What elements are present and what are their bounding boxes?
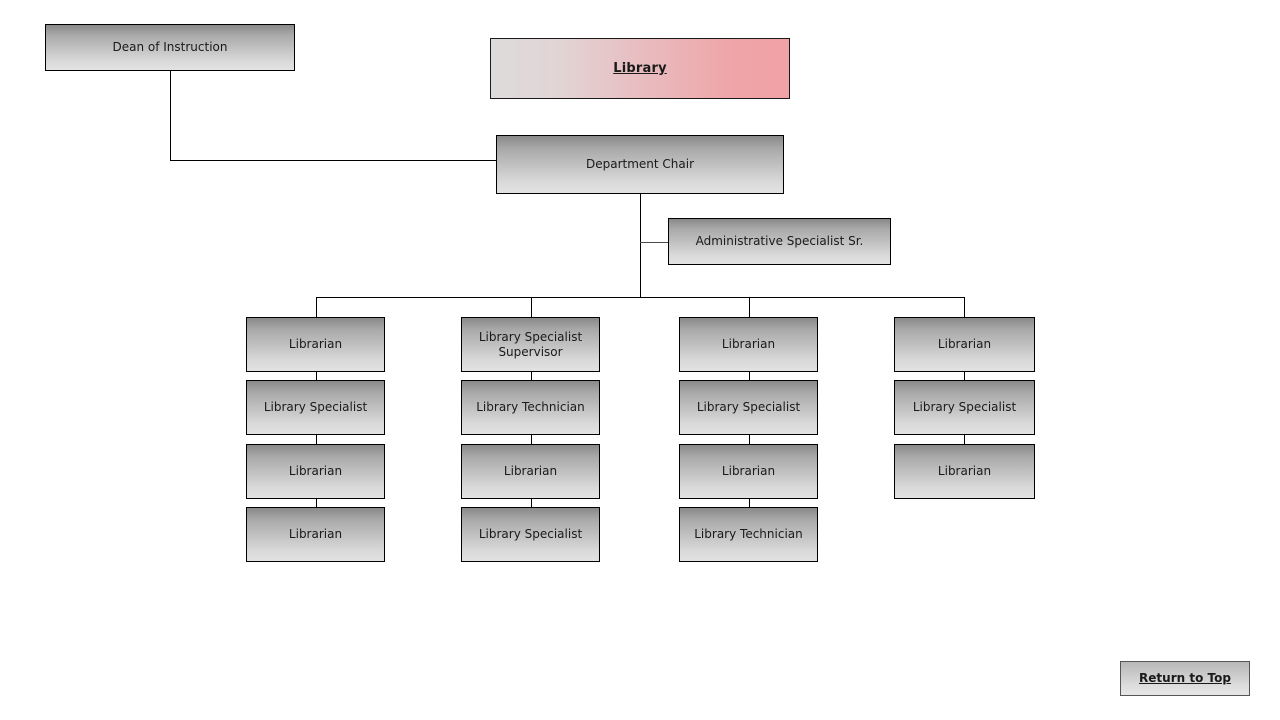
org-node-label: Librarian [721,337,776,352]
connector-c2r2-c2r3 [531,435,532,444]
org-node-label: Library Technician [694,527,803,542]
connector-c4r1-c4r2 [964,372,965,380]
org-node-column3-row2[interactable]: Library Specialist [679,380,818,435]
org-node-column3-row3[interactable]: Librarian [679,444,818,499]
org-node-label: Library Specialist [478,527,583,542]
connector-c3r2-c3r3 [749,435,750,444]
org-node-column1-row4[interactable]: Librarian [246,507,385,562]
connector-c1r2-c1r3 [316,435,317,444]
chart-title-label: Library [613,60,667,76]
connector-c2r1-c2r2 [531,372,532,380]
connector-chair-trunk [640,194,641,298]
org-node-column2-row3[interactable]: Librarian [461,444,600,499]
org-node-label: Dean of Instruction [112,40,228,55]
org-node-column3-row1[interactable]: Librarian [679,317,818,372]
org-node-dean-of-instruction[interactable]: Dean of Instruction [45,24,295,71]
org-node-column2-row1[interactable]: Library Specialist Supervisor [461,317,600,372]
org-node-label: Librarian [288,464,343,479]
org-node-column1-row2[interactable]: Library Specialist [246,380,385,435]
org-node-column2-row2[interactable]: Library Technician [461,380,600,435]
org-node-department-chair[interactable]: Department Chair [496,135,784,194]
org-node-column4-row1[interactable]: Librarian [894,317,1035,372]
org-node-column4-row3[interactable]: Librarian [894,444,1035,499]
org-node-label: Department Chair [585,157,695,172]
org-node-label: Administrative Specialist Sr. [695,234,864,249]
connector-c4r2-c4r3 [964,435,965,444]
connector-c2r3-c2r4 [531,499,532,507]
connector-c1r1-c1r2 [316,372,317,380]
org-node-label: Librarian [721,464,776,479]
connector-dean-drop [170,71,171,161]
org-node-label: Library Specialist [263,400,368,415]
org-node-label: Librarian [288,337,343,352]
org-node-administrative-specialist-sr[interactable]: Administrative Specialist Sr. [668,218,891,265]
connector-c1r3-c1r4 [316,499,317,507]
org-node-label: Library Specialist [912,400,1017,415]
return-to-top-button[interactable]: Return to Top [1120,661,1250,696]
org-node-label: Library Technician [476,400,585,415]
org-node-label: Librarian [937,464,992,479]
org-node-label: Library Specialist Supervisor [478,330,583,359]
connector-chair-to-admin [640,242,668,243]
org-node-label: Librarian [937,337,992,352]
connector-bus-drop-column-4 [964,297,965,317]
org-node-column3-row4[interactable]: Library Technician [679,507,818,562]
org-node-column1-row3[interactable]: Librarian [246,444,385,499]
org-node-column1-row1[interactable]: Librarian [246,317,385,372]
org-node-column2-row4[interactable]: Library Specialist [461,507,600,562]
chart-title-banner-library[interactable]: Library [490,38,790,99]
connector-c3r1-c3r2 [749,372,750,380]
org-node-label: Librarian [503,464,558,479]
connector-bus-drop-column-3 [749,297,750,317]
org-node-label: Library Specialist [696,400,801,415]
org-node-column4-row2[interactable]: Library Specialist [894,380,1035,435]
org-node-label: Librarian [288,527,343,542]
org-chart-canvas: Dean of Instruction Library Department C… [0,0,1280,720]
connector-dean-to-chair [170,160,496,161]
connector-bus-drop-column-2 [531,297,532,317]
connector-c3r3-c3r4 [749,499,750,507]
connector-distribution-bus [316,297,965,298]
return-to-top-label: Return to Top [1139,671,1231,686]
connector-bus-drop-column-1 [316,297,317,317]
